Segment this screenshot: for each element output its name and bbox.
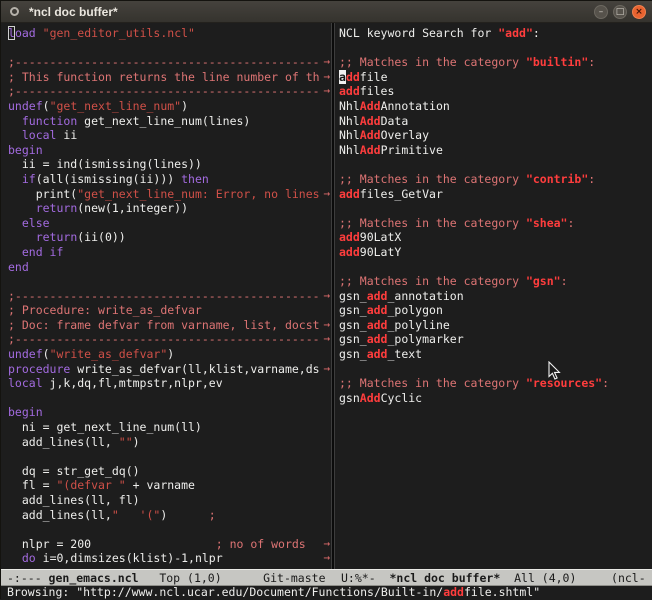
truncation-arrow-icon: →: [323, 55, 330, 70]
window-controls: – □ ×: [594, 5, 646, 19]
code-line[interactable]: [1, 522, 331, 537]
minimize-button[interactable]: –: [594, 5, 608, 19]
truncation-arrow-icon: →: [323, 332, 330, 347]
code-line[interactable]: [1, 274, 331, 289]
code-lines: NCL keyword Search for "add": ;; Matches …: [335, 26, 652, 405]
code-line[interactable]: add_lines(ll," '(") ;: [1, 508, 331, 523]
code-line[interactable]: end: [1, 260, 331, 275]
code-line[interactable]: load "gen_editor_utils.ncl": [1, 26, 331, 41]
code-line[interactable]: NCL keyword Search for "add":: [335, 26, 652, 41]
code-line[interactable]: do i=0,dimsizes(klist)-1,nlpr→: [1, 551, 331, 566]
code-line[interactable]: ii = ind(ismissing(lines)): [1, 157, 331, 172]
left-code-pane[interactable]: load "gen_editor_utils.ncl" ;------------…: [1, 23, 331, 569]
code-line[interactable]: local ii: [1, 128, 331, 143]
code-line[interactable]: [1, 41, 331, 56]
code-line[interactable]: gsn_add_annotation: [335, 289, 652, 304]
code-line[interactable]: [335, 157, 652, 172]
code-line[interactable]: gsn_add_polygon: [335, 303, 652, 318]
code-line[interactable]: ;---------------------------------------…: [1, 332, 331, 347]
code-line[interactable]: ;; Matches in the category "gsn":: [335, 274, 652, 289]
code-line[interactable]: [335, 201, 652, 216]
code-line[interactable]: ; Doc: frame defvar from varname, list, …: [1, 318, 331, 333]
modeline-flags: U:%*-: [341, 571, 389, 585]
code-line[interactable]: NhlAddAnnotation: [335, 99, 652, 114]
code-line[interactable]: [1, 449, 331, 464]
modeline-buffer-name: gen_emacs.ncl: [49, 571, 139, 585]
modeline-flags: -:---: [7, 571, 49, 585]
close-button[interactable]: ×: [632, 5, 646, 19]
window-title: *ncl doc buffer*: [29, 5, 118, 19]
truncation-arrow-icon: →: [323, 362, 330, 377]
mode-line-left[interactable]: -:--- gen_emacs.ncl Top (1,0) Git-maste: [1, 569, 335, 586]
truncation-arrow-icon: →: [323, 537, 330, 552]
code-line[interactable]: [335, 41, 652, 56]
code-line[interactable]: [1, 391, 331, 406]
code-line[interactable]: [335, 362, 652, 377]
echo-message: Browsing: "http://www.ncl.ucar.edu/Docum…: [7, 586, 540, 599]
code-line[interactable]: if(all(ismissing(ii))) then: [1, 172, 331, 187]
code-line[interactable]: add_lines(ll, ""): [1, 435, 331, 450]
code-line[interactable]: ; Procedure: write_as_defvar: [1, 303, 331, 318]
code-line[interactable]: else: [1, 216, 331, 231]
code-line[interactable]: gsn_add_text: [335, 347, 652, 362]
code-line[interactable]: return(ii(0)): [1, 230, 331, 245]
maximize-button[interactable]: □: [613, 5, 627, 19]
code-line[interactable]: ;; Matches in the category "contrib":: [335, 172, 652, 187]
code-line[interactable]: begin: [1, 143, 331, 158]
window-menu-icon[interactable]: [10, 7, 19, 16]
code-line[interactable]: NhlAddPrimitive: [335, 143, 652, 158]
mouse-cursor-icon: [548, 361, 561, 381]
modeline-info: All (4,0) (ncl-: [500, 571, 645, 585]
code-line[interactable]: NhlAddData: [335, 114, 652, 129]
truncation-arrow-icon: →: [323, 70, 330, 85]
code-line[interactable]: ;---------------------------------------…: [1, 84, 331, 99]
code-line[interactable]: addfiles: [335, 84, 652, 99]
code-line[interactable]: ;---------------------------------------…: [1, 289, 331, 304]
code-line[interactable]: ;; Matches in the category "shea":: [335, 216, 652, 231]
code-line[interactable]: undef("get_next_line_num"): [1, 99, 331, 114]
code-line[interactable]: ni = get_next_line_num(ll): [1, 420, 331, 435]
code-line[interactable]: undef("write_as_defvar"): [1, 347, 331, 362]
code-line[interactable]: [335, 260, 652, 275]
code-line[interactable]: gsn_add_polyline: [335, 318, 652, 333]
modeline-buffer-name: *ncl doc buffer*: [389, 571, 500, 585]
code-line[interactable]: gsnAddCyclic: [335, 391, 652, 406]
editor-area: load "gen_editor_utils.ncl" ;------------…: [1, 23, 652, 569]
code-line[interactable]: procedure write_as_defvar(ll,klist,varna…: [1, 362, 331, 377]
code-line[interactable]: addfiles_GetVar: [335, 187, 652, 202]
truncation-arrow-icon: →: [323, 187, 330, 202]
truncation-arrow-icon: →: [323, 551, 330, 566]
code-line[interactable]: ;---------------------------------------…: [1, 55, 331, 70]
title-bar: *ncl doc buffer* – □ ×: [1, 1, 652, 23]
code-line[interactable]: addfile: [335, 70, 652, 85]
truncation-arrow-icon: →: [323, 84, 330, 99]
code-line[interactable]: ;; Matches in the category "builtin":: [335, 55, 652, 70]
code-line[interactable]: ; This function returns the line number …: [1, 70, 331, 85]
code-line[interactable]: dq = str_get_dq(): [1, 464, 331, 479]
echo-area[interactable]: Browsing: "http://www.ncl.ucar.edu/Docum…: [1, 586, 652, 600]
code-line[interactable]: fl = "(defvar " + varname: [1, 478, 331, 493]
code-line[interactable]: end if: [1, 245, 331, 260]
code-line[interactable]: add90LatY: [335, 245, 652, 260]
code-lines: load "gen_editor_utils.ncl" ;------------…: [1, 26, 331, 566]
code-line[interactable]: begin: [1, 405, 331, 420]
code-line[interactable]: add_lines(ll, fl): [1, 493, 331, 508]
code-line[interactable]: local j,k,dq,fl,mtmpstr,nlpr,ev: [1, 376, 331, 391]
code-line[interactable]: ;; Matches in the category "resources":: [335, 376, 652, 391]
code-line[interactable]: nlpr = 200 ; no of words→: [1, 537, 331, 552]
code-line[interactable]: gsn_add_polymarker: [335, 332, 652, 347]
code-line[interactable]: add90LatX: [335, 230, 652, 245]
code-line[interactable]: print("get_next_line_num: Error, no line…: [1, 187, 331, 202]
code-line[interactable]: return(new(1,integer)): [1, 201, 331, 216]
modeline-info: Top (1,0) Git-maste: [139, 571, 326, 585]
truncation-arrow-icon: →: [323, 289, 330, 304]
truncation-arrow-icon: →: [323, 318, 330, 333]
code-line[interactable]: function get_next_line_num(lines): [1, 114, 331, 129]
code-line[interactable]: NhlAddOverlay: [335, 128, 652, 143]
right-doc-pane[interactable]: NCL keyword Search for "add": ;; Matches …: [335, 23, 652, 569]
mode-line-right[interactable]: U:%*- *ncl doc buffer* All (4,0) (ncl-: [335, 569, 652, 586]
